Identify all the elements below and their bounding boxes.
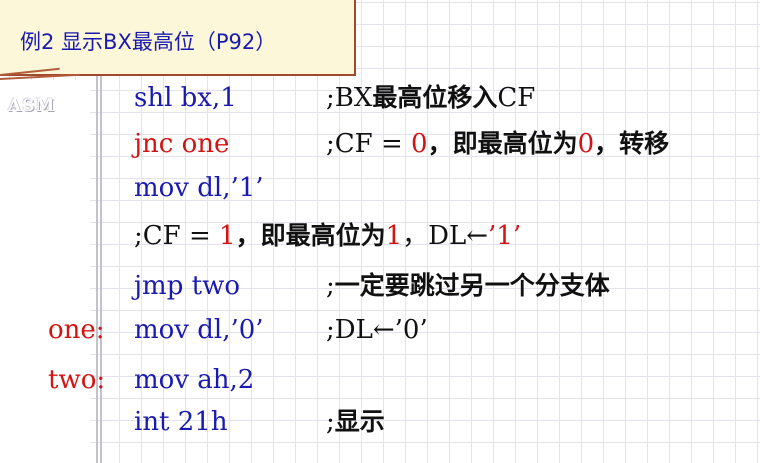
code-comment: ;BX最高位移入CF bbox=[326, 78, 535, 118]
left-margin bbox=[0, 80, 90, 463]
comment-segment: 最高位移入 bbox=[372, 83, 498, 112]
comment-segment: ; bbox=[326, 271, 335, 301]
comment-segment: ’1’ bbox=[488, 221, 522, 251]
code-label: two: bbox=[48, 365, 106, 395]
comment-segment: ;DL←’0’ bbox=[326, 315, 428, 345]
comment-segment: 1 bbox=[385, 221, 403, 251]
comment-segment: ，转移 bbox=[594, 129, 670, 158]
comment-segment: ;BX bbox=[326, 83, 373, 113]
comment-segment: 1 bbox=[219, 221, 236, 251]
comment-segment: 0 bbox=[577, 129, 595, 159]
title-box: 例2 显示BX最高位（P92） bbox=[0, 0, 356, 76]
comment-segment: ，即最高位为 bbox=[235, 221, 386, 250]
comment-segment: ; bbox=[326, 407, 335, 437]
code-comment: ;CF = 0，即最高位为0，转移 bbox=[326, 124, 669, 164]
code-comment: ;CF = 1，即最高位为1，DL←’1’ bbox=[134, 216, 521, 256]
comment-segment: ;CF = bbox=[326, 129, 412, 159]
code-comment: ;一定要跳过另一个分支体 bbox=[326, 266, 610, 306]
comment-segment: ;CF = bbox=[134, 221, 220, 251]
code-label: one: bbox=[48, 315, 105, 345]
asm-logo: ASM bbox=[8, 96, 56, 116]
code-instruction: shl bx,1 bbox=[134, 83, 237, 113]
code-instruction: mov dl,’1’ bbox=[134, 173, 264, 203]
comment-segment: 显示 bbox=[334, 407, 385, 436]
comment-segment: ，DL← bbox=[402, 221, 489, 251]
comment-segment: 一定要跳过另一个分支体 bbox=[334, 271, 610, 300]
code-instruction: mov dl,’0’ bbox=[134, 315, 264, 345]
code-comment: ;显示 bbox=[326, 402, 385, 442]
code-instruction: jnc one bbox=[134, 129, 230, 159]
comment-segment: ，即最高位为 bbox=[427, 129, 578, 158]
code-instruction: int 21h bbox=[134, 407, 228, 437]
code-comment: ;DL←’0’ bbox=[326, 310, 428, 350]
slide-title: 例2 显示BX最高位（P92） bbox=[20, 30, 277, 54]
code-instruction: mov ah,2 bbox=[134, 365, 255, 395]
comment-segment: CF bbox=[497, 83, 536, 113]
comment-segment: 0 bbox=[411, 129, 428, 159]
code-instruction: jmp two bbox=[134, 271, 240, 301]
